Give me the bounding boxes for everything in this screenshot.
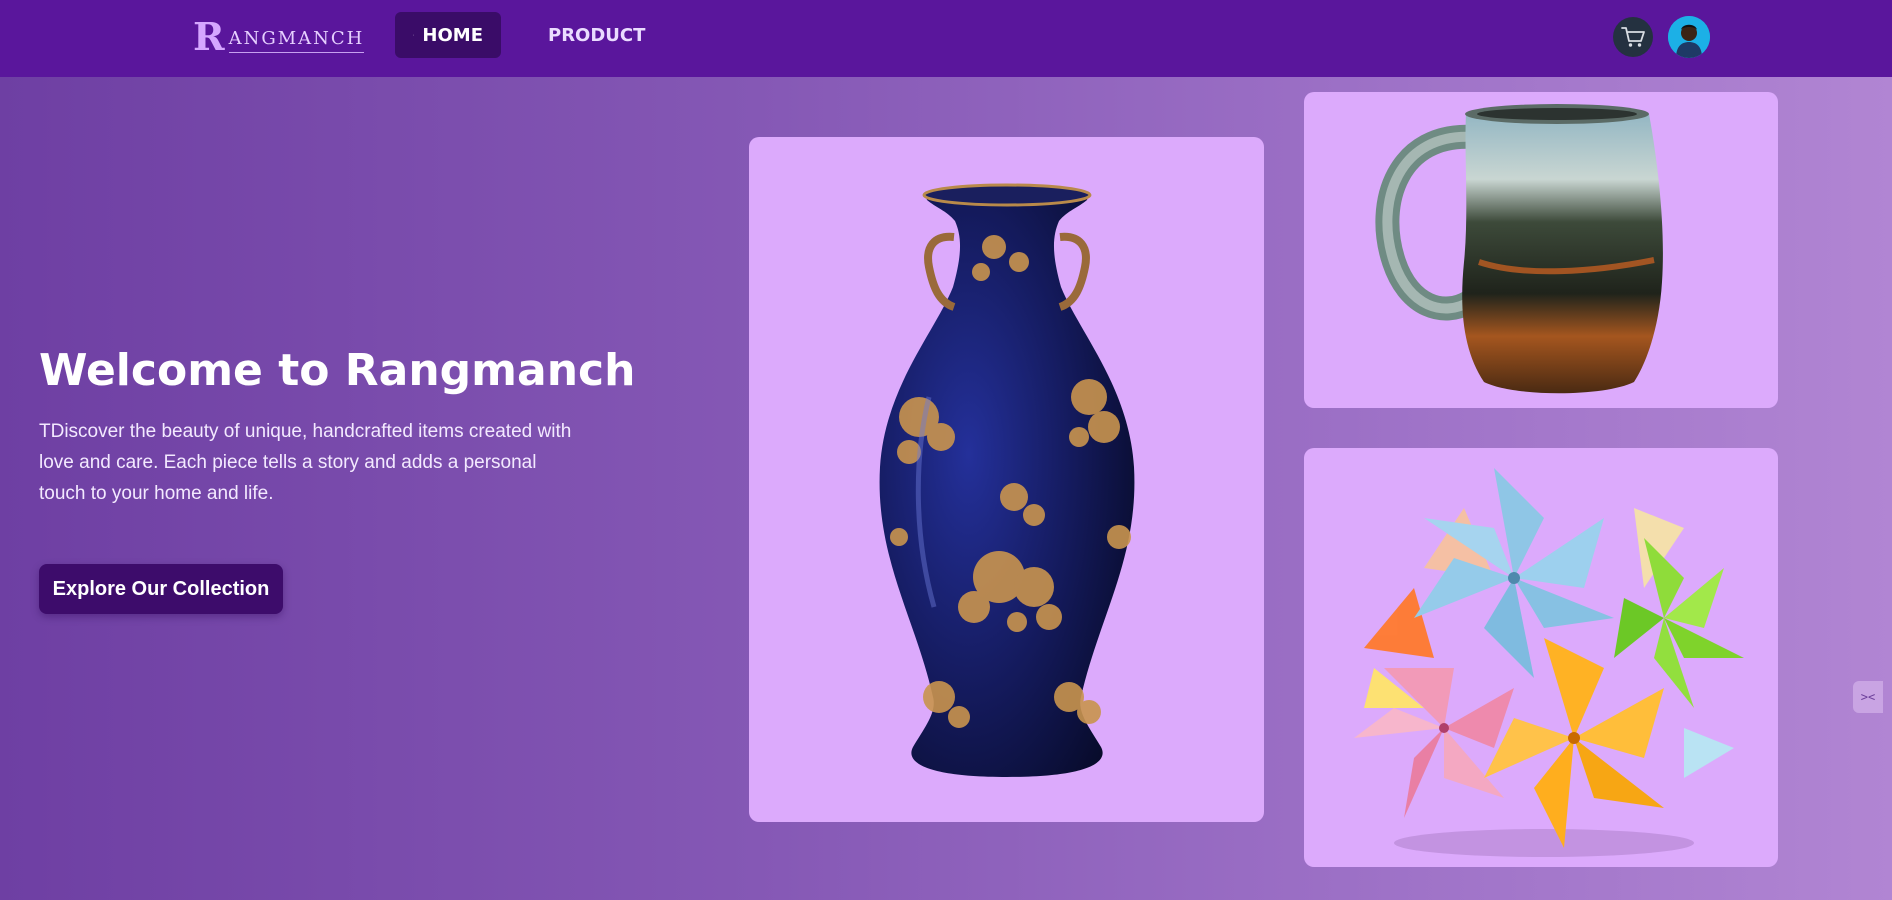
- hero-title: Welcome to Rangmanch: [39, 345, 636, 396]
- avatar-image: [1668, 16, 1710, 58]
- navbar: R ANGMANCH HOME PRODUCT: [0, 0, 1892, 77]
- paper-flower-product-card[interactable]: [1304, 448, 1778, 867]
- nav-product-button[interactable]: PRODUCT: [522, 12, 662, 58]
- home-icon: [413, 34, 415, 36]
- cart-icon: [1621, 27, 1645, 47]
- mug-image: [1375, 104, 1663, 394]
- nav-product-label: PRODUCT: [548, 24, 646, 46]
- mug-product-card[interactable]: [1304, 92, 1778, 408]
- side-panel-toggle[interactable]: ><: [1853, 681, 1883, 713]
- logo-text: ANGMANCH: [228, 28, 365, 53]
- brand-logo[interactable]: R ANGMANCH: [193, 14, 365, 59]
- user-avatar[interactable]: [1668, 16, 1710, 58]
- cart-button[interactable]: [1613, 17, 1653, 57]
- paper-flower-image: [1354, 468, 1744, 857]
- nav-home-button[interactable]: HOME: [395, 12, 501, 58]
- nav-home-label: HOME: [422, 24, 483, 46]
- vase-product-card[interactable]: [749, 137, 1264, 822]
- vase-image: [879, 183, 1135, 777]
- explore-collection-button[interactable]: Explore Our Collection: [39, 564, 283, 614]
- hero-description: TDiscover the beauty of unique, handcraf…: [39, 421, 572, 504]
- logo-mark: R: [193, 14, 225, 59]
